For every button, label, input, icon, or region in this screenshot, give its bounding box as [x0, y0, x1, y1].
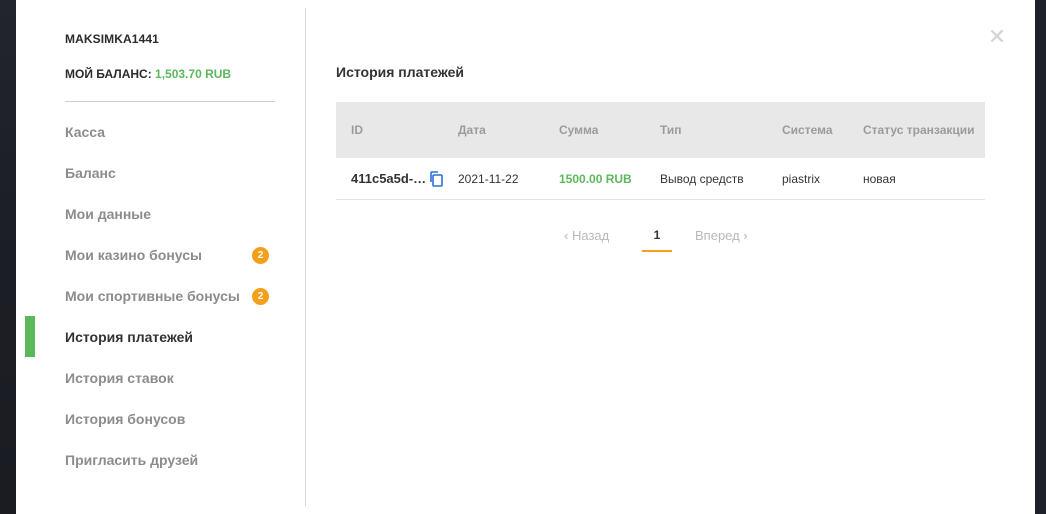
- count-badge: 2: [252, 288, 269, 305]
- sidebar-item-label: Пригласить друзей: [65, 451, 199, 468]
- sidebar-item-label: История ставок: [65, 369, 174, 386]
- balance-label: МОЙ БАЛАНС:: [65, 67, 152, 81]
- sidebar-item-label: Мои данные: [65, 205, 152, 222]
- column-header-type: Тип: [660, 123, 682, 137]
- sidebar-item-casino-bonuses[interactable]: Мои казино бонусы 2: [16, 234, 306, 275]
- sidebar-item-label: Мои казино бонусы: [65, 246, 202, 263]
- sidebar-item-invite-friends[interactable]: Пригласить друзей: [16, 439, 306, 480]
- transaction-id: 411c5a5d-…: [351, 171, 427, 186]
- cell-system: piastrix: [782, 171, 821, 186]
- pagination: ‹ Назад 1 Вперед ›: [564, 224, 764, 254]
- cell-date: 2021-11-22: [458, 171, 519, 186]
- page-title: История платежей: [336, 64, 465, 80]
- pagination-next[interactable]: Вперед ›: [695, 228, 748, 243]
- cell-status: новая: [863, 171, 896, 186]
- sidebar-item-my-data[interactable]: Мои данные: [16, 193, 306, 234]
- username: MAKSIMKA1441: [65, 32, 159, 46]
- sidebar-item-label: Баланс: [65, 164, 116, 181]
- chevron-right-icon: ›: [743, 228, 748, 243]
- balance-row: МОЙ БАЛАНС: 1,503.70 RUB: [65, 67, 231, 81]
- close-icon[interactable]: ✕: [987, 26, 1007, 48]
- column-header-date: Дата: [458, 123, 486, 137]
- cell-amount: 1500.00 RUB: [559, 171, 632, 186]
- table-header: ID Дата Сумма Тип Система Статус транзак…: [336, 102, 985, 158]
- sidebar-item-sport-bonuses[interactable]: Мои спортивные бонусы 2: [16, 275, 306, 316]
- page-backdrop-right: [1034, 0, 1046, 514]
- sidebar-item-balance[interactable]: Баланс: [16, 152, 306, 193]
- pagination-next-label: Вперед: [695, 228, 740, 243]
- sidebar-divider: [65, 101, 275, 102]
- sidebar-item-bonus-history[interactable]: История бонусов: [16, 398, 306, 439]
- sidebar-item-bet-history[interactable]: История ставок: [16, 357, 306, 398]
- vertical-divider: [305, 8, 306, 506]
- account-modal: MAKSIMKA1441 МОЙ БАЛАНС: 1,503.70 RUB Ка…: [16, 0, 1035, 514]
- pagination-active-underline: [642, 250, 672, 252]
- column-header-system: Система: [782, 123, 833, 137]
- sidebar-item-label: История бонусов: [65, 410, 186, 427]
- chevron-left-icon: ‹: [564, 228, 569, 243]
- cell-type: Вывод средств: [660, 171, 744, 186]
- payments-table: ID Дата Сумма Тип Система Статус транзак…: [336, 102, 985, 200]
- sidebar-item-label: Мои спортивные бонусы: [65, 287, 240, 304]
- column-header-amount: Сумма: [559, 123, 599, 137]
- table-row: 411c5a5d-… 2021-11-22 1500.00 RUB Вывод …: [336, 158, 985, 200]
- sidebar-item-payment-history[interactable]: История платежей: [16, 316, 306, 357]
- column-header-id: ID: [351, 123, 363, 137]
- pagination-prev-label: Назад: [571, 228, 610, 243]
- count-badge: 2: [252, 247, 269, 264]
- column-header-status: Статус транзакции: [863, 123, 975, 137]
- copy-icon[interactable]: [429, 170, 443, 187]
- pagination-prev[interactable]: ‹ Назад: [564, 228, 609, 243]
- account-sidebar: MAKSIMKA1441 МОЙ БАЛАНС: 1,503.70 RUB Ка…: [16, 0, 306, 514]
- cell-id: 411c5a5d-…: [336, 170, 458, 187]
- active-indicator: [25, 316, 35, 357]
- sidebar-item-label: История платежей: [65, 328, 194, 345]
- sidebar-item-kassa[interactable]: Касса: [16, 111, 306, 152]
- pagination-page-current[interactable]: 1: [642, 228, 672, 242]
- balance-value: 1,503.70 RUB: [155, 67, 232, 81]
- sidebar-item-label: Касса: [65, 123, 106, 140]
- page-backdrop-left: [0, 0, 16, 514]
- sidebar-menu: Касса Баланс Мои данные Мои казино бонус…: [16, 111, 306, 480]
